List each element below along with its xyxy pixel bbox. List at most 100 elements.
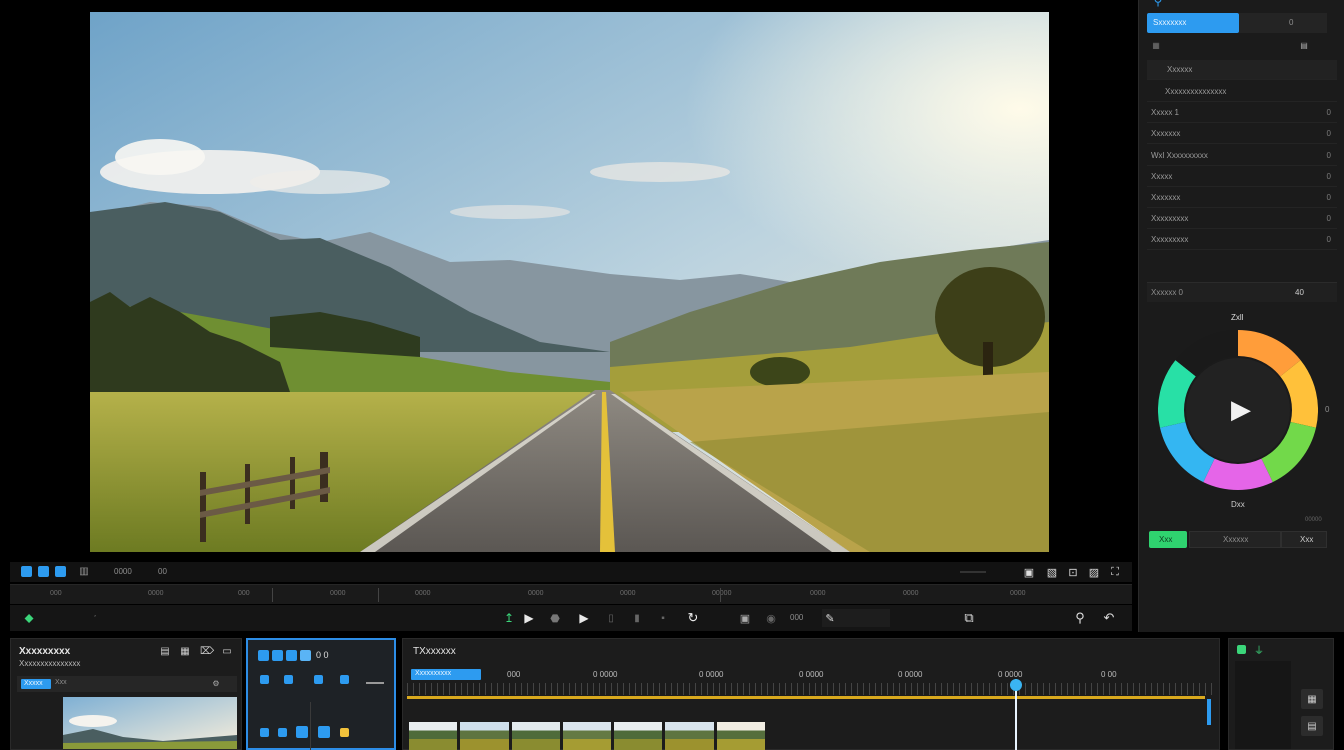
- timeline-marker-chip[interactable]: Xxxxxxxxxx: [411, 669, 481, 680]
- inspector-row[interactable]: Xxxxxxx 0: [1147, 188, 1337, 208]
- snapshot-icon[interactable]: ▣: [1022, 565, 1036, 579]
- inspector-row[interactable]: Xxxxxxxxx 0: [1147, 209, 1337, 229]
- fullscreen-icon[interactable]: ⛶: [1108, 565, 1122, 579]
- effect-icon[interactable]: [272, 650, 283, 661]
- timeline-ticks[interactable]: [407, 683, 1213, 695]
- audio-meter-icon[interactable]: [1237, 645, 1246, 654]
- reset-button[interactable]: Xxx: [1281, 531, 1327, 548]
- effect-icon[interactable]: [296, 726, 308, 738]
- inspector-row[interactable]: Xxxxxxxxxxxxxxx: [1147, 82, 1337, 102]
- effect-icon[interactable]: [318, 726, 330, 738]
- clip-frame[interactable]: [614, 722, 663, 750]
- effect-icon[interactable]: [260, 675, 269, 684]
- image-icon[interactable]: ▨: [1087, 565, 1101, 579]
- clip-icon[interactable]: ▣: [738, 610, 752, 626]
- undo-icon[interactable]: ↶: [1100, 609, 1118, 627]
- export-frame-icon[interactable]: ⧉: [960, 609, 978, 627]
- list-view-icon[interactable]: ▤: [159, 645, 171, 657]
- loop-off-icon[interactable]: ▪: [656, 610, 670, 626]
- effect-icon[interactable]: [340, 728, 349, 737]
- options-button[interactable]: Xxxxxx: [1189, 531, 1281, 548]
- clip-frame[interactable]: [409, 722, 458, 750]
- row-value: 0: [1326, 108, 1331, 117]
- clip-frame[interactable]: [716, 722, 765, 750]
- inspector-row[interactable]: Wxl Xxxxxxxxxx 0: [1147, 146, 1337, 166]
- media-thumbnail[interactable]: [63, 697, 237, 749]
- crop-icon[interactable]: ⊡: [1066, 565, 1080, 579]
- wheel-segment[interactable]: [1203, 458, 1273, 490]
- media-filter-bar[interactable]: Xxxxx Xxx ⚙: [17, 676, 237, 692]
- folder-icon[interactable]: ▭: [221, 645, 233, 657]
- meter-settings-icon[interactable]: ▦: [1301, 689, 1323, 709]
- toolstrip-label-2: 00: [158, 567, 167, 576]
- clip-frame[interactable]: [665, 722, 714, 750]
- effect-icon[interactable]: [258, 650, 269, 661]
- tag-icon[interactable]: ⌦: [200, 645, 214, 657]
- file-icon[interactable]: ▤: [1299, 40, 1309, 50]
- effect-line: [366, 682, 384, 684]
- search-icon[interactable]: ⚲: [1151, 0, 1165, 8]
- inspector-panel: ⚲ Sxxxxxxx 0 ▦ ▤ Xxxxxx Xxxxxxxxxxxxxxx …: [1138, 0, 1344, 632]
- effect-icon[interactable]: [300, 650, 311, 661]
- tool-hand-icon[interactable]: ▥: [78, 565, 90, 578]
- inspector-tab-inactive[interactable]: 0: [1239, 13, 1327, 33]
- timeline-scrollbar[interactable]: [1207, 699, 1211, 725]
- frame-forward-icon[interactable]: ▮: [630, 610, 644, 626]
- clip-frame[interactable]: [511, 722, 560, 750]
- inspector-tab-active[interactable]: Sxxxxxxx: [1147, 13, 1239, 33]
- inspector-row[interactable]: Xxxxxxxxx 0: [1147, 230, 1337, 250]
- audio-icon[interactable]: ◉: [764, 610, 778, 626]
- inspector-row[interactable]: Xxxxxx: [1147, 60, 1337, 80]
- clip-frame[interactable]: [460, 722, 509, 750]
- speed-field[interactable]: ✎: [822, 609, 890, 627]
- effect-icon[interactable]: [314, 675, 323, 684]
- video-clip-track[interactable]: [409, 722, 765, 750]
- apply-button[interactable]: Xxx: [1149, 531, 1187, 548]
- stop-icon[interactable]: ⬣: [548, 610, 562, 626]
- zoom-track[interactable]: [960, 571, 986, 573]
- play-button-icon[interactable]: ▶: [522, 610, 536, 626]
- media-chip[interactable]: Xxxxx: [21, 679, 51, 689]
- timeline-tick-label: 0 0000: [998, 670, 1023, 679]
- loop-icon[interactable]: ↻: [685, 610, 701, 626]
- marker-icon[interactable]: ⬥: [22, 610, 36, 625]
- filter-icon[interactable]: ⏚: [1253, 643, 1265, 657]
- section-label: Xxxxxx 0: [1151, 288, 1184, 297]
- inspector-row[interactable]: Xxxxx 1 0: [1147, 103, 1337, 123]
- ruler-label: 0000: [148, 590, 164, 597]
- timeline-panel: TXxxxxxx Xxxxxxxxxx 000 0 0000 0 0000 0 …: [402, 638, 1220, 750]
- frame-icon[interactable]: ▧: [1045, 565, 1059, 579]
- tool-trim-icon[interactable]: [38, 566, 49, 577]
- timeline-title: TXxxxxxx: [413, 646, 456, 657]
- playhead-handle[interactable]: [1010, 679, 1022, 691]
- meter-options-icon[interactable]: ▤: [1301, 716, 1323, 736]
- search-icon[interactable]: ⚲: [1072, 609, 1088, 627]
- play-forward-icon[interactable]: ▶: [577, 610, 591, 626]
- effect-icon[interactable]: [286, 650, 297, 661]
- tool-select-icon[interactable]: [21, 566, 32, 577]
- effect-icon[interactable]: [284, 675, 293, 684]
- row-value: 0: [1326, 151, 1331, 160]
- media-panel: Xxxxxxxxx Xxxxxxxxxxxxxxx ▤ ▦ ⌦ ▭ Xxxxx …: [10, 638, 242, 750]
- inspector-row[interactable]: Xxxxxxx 0: [1147, 124, 1337, 144]
- ruler-label: 0000: [415, 590, 431, 597]
- edit-icon: ✎: [825, 612, 835, 625]
- grid-icon[interactable]: ▦: [1151, 40, 1161, 50]
- play-icon[interactable]: ▶: [1228, 394, 1254, 424]
- tool-blade-icon[interactable]: [55, 566, 66, 577]
- color-section-header[interactable]: Xxxxxx 0 40: [1147, 282, 1337, 302]
- effect-divider: [310, 702, 311, 750]
- ruler-bar[interactable]: 000 0000 000 0000 0000 0000 0000 00000 0…: [10, 584, 1132, 604]
- clip-frame[interactable]: [562, 722, 612, 750]
- inspector-row[interactable]: Xxxxx 0: [1147, 167, 1337, 187]
- effect-icon[interactable]: [278, 728, 287, 737]
- grid-view-icon[interactable]: ▦: [179, 645, 191, 657]
- effect-icon[interactable]: [340, 675, 349, 684]
- frame-back-icon[interactable]: ▯: [604, 610, 618, 626]
- effect-icon[interactable]: [260, 728, 269, 737]
- preview-viewer[interactable]: [90, 12, 1049, 552]
- go-to-start-icon[interactable]: ↥: [502, 610, 516, 626]
- row-label: Xxxxxxx: [1151, 129, 1181, 138]
- timeline-track-bar[interactable]: [407, 696, 1205, 699]
- media-settings-icon[interactable]: ⚙: [211, 678, 221, 688]
